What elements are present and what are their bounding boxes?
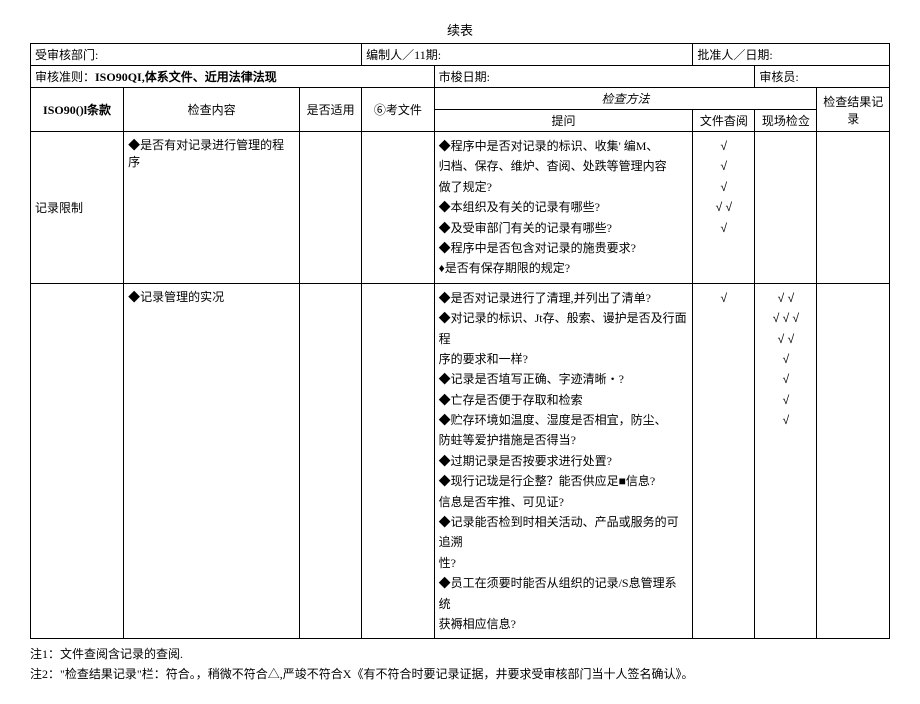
- refdoc-cell: [362, 283, 434, 639]
- question-line: ◆程序中是否对记录的标识、收集' 编M、: [439, 136, 689, 156]
- table-row: ◆记录管理的实况 ◆是否对记录进行了清理,并列出了清单?◆对记录的标识、Jt存、…: [31, 283, 890, 639]
- question-line: ♦是否有保存期限的规定?: [439, 258, 689, 278]
- dept-cell: 受审核部门:: [31, 44, 362, 66]
- criteria-cell: 审核准则：ISO90QI,体系文件、近用法律法现: [31, 66, 435, 88]
- question-line: ◆贮存环境如温度、湿度是否相宜，防尘、: [439, 410, 689, 430]
- applicable-cell: [300, 283, 362, 639]
- onsite-cell-1: √ √√ √ √√ √√√√√: [755, 283, 817, 639]
- question-line: √: [697, 136, 750, 156]
- question-line: 做了规定?: [439, 177, 689, 197]
- question-line: √: [697, 156, 750, 176]
- note1: 注1：文件查阅含记录的查阅.: [30, 645, 890, 664]
- question-line: 获褥相应信息?: [439, 614, 689, 634]
- criteria-value: ISO90QI,体系文件、近用法律法现: [95, 70, 277, 84]
- question-line: √ √: [759, 329, 812, 349]
- criteria-label: 审核准则：: [35, 70, 95, 84]
- question-line: 信息是否牢推、可见证?: [439, 492, 689, 512]
- note2: 注2："检查结果记录"栏：符合。，稍微不符合△,严竣不符合X《有不符合时要记录证…: [30, 665, 890, 684]
- question-line: ◆及受审部门有关的记录有哪些?: [439, 218, 689, 238]
- th-question: 提问: [434, 110, 693, 132]
- th-onsite: 现场检佥: [755, 110, 817, 132]
- approver-cell: 批准人／日期:: [693, 44, 890, 66]
- question-line: √: [697, 218, 750, 238]
- continuation-title: 续表: [30, 20, 890, 39]
- th-content: 检查内容: [124, 88, 300, 132]
- onsite-cell-0: [755, 132, 817, 284]
- content-cell: ◆是否有对记录进行管理的程序: [124, 132, 300, 284]
- questions-cell-0: ◆程序中是否对记录的标识、收集' 编M、归档、保存、维炉、杳阅、处跌等管理内容做…: [434, 132, 693, 284]
- auditdate-cell: 市梭日期:: [434, 66, 755, 88]
- questions-cell-1: ◆是否对记录进行了清理,并列出了清单?◆对记录的标识、Jt存、般索、谩护是否及行…: [434, 283, 693, 639]
- th-docrev: 文件杳阅: [693, 110, 755, 132]
- th-method: 检查方法: [434, 88, 817, 110]
- clause-cell: 记录限制: [31, 132, 124, 284]
- applicable-cell: [300, 132, 362, 284]
- question-line: ◆员工在须要时能否从组织的记录/S息管理系统: [439, 573, 689, 614]
- docrev-cell-1: √: [693, 283, 755, 639]
- th-result: 检查结果记录: [817, 88, 890, 132]
- question-line: √: [759, 410, 812, 430]
- th-refdoc: ⑥考文件: [362, 88, 434, 132]
- question-line: ◆亡存是否便于存取和检索: [439, 390, 689, 410]
- content-cell: ◆记录管理的实况: [124, 283, 300, 639]
- question-line: 防蛀等爱护措施是否得当?: [439, 430, 689, 450]
- th-clause: ISO90()l条款: [31, 88, 124, 132]
- audit-table: 受审核部门: 编制人／11期: 批准人／日期: 审核准则：ISO90QI,体系文…: [30, 43, 890, 639]
- compiler-cell: 编制人／11期:: [362, 44, 693, 66]
- question-line: √: [697, 288, 750, 308]
- question-line: √: [759, 369, 812, 389]
- table-row: 记录限制 ◆是否有对记录进行管理的程序 ◆程序中是否对记录的标识、收集' 编M、…: [31, 132, 890, 284]
- clause-cell: [31, 283, 124, 639]
- th-applicable: 是否适用: [300, 88, 362, 132]
- question-line: ◆程序中是否包含对记录的施贵要求?: [439, 238, 689, 258]
- footnotes: 注1：文件查阅含记录的查阅. 注2："检查结果记录"栏：符合。，稍微不符合△,严…: [30, 645, 890, 683]
- docrev-cell-0: √√√√ √√: [693, 132, 755, 284]
- question-line: 性?: [439, 553, 689, 573]
- result-cell: [817, 283, 890, 639]
- question-line: √: [697, 177, 750, 197]
- question-line: ◆过期记录是否按要求进行处置?: [439, 451, 689, 471]
- question-line: ◆记录是否埴写正确、字迹清晰・?: [439, 369, 689, 389]
- refdoc-cell: [362, 132, 434, 284]
- question-line: 序的要求和一样?: [439, 349, 689, 369]
- question-line: ◆是否对记录进行了清理,并列出了清单?: [439, 288, 689, 308]
- result-cell: [817, 132, 890, 284]
- question-line: √ √: [697, 197, 750, 217]
- question-line: ◆现行记珑是行企整？能否供应足■信息?: [439, 471, 689, 491]
- question-line: √ √: [759, 288, 812, 308]
- auditor-cell: 审核员:: [755, 66, 890, 88]
- question-line: √ √ √: [759, 308, 812, 328]
- question-line: √: [759, 349, 812, 369]
- question-line: ◆本组织及有关的记录有哪些?: [439, 197, 689, 217]
- question-line: 归档、保存、维炉、杳阅、处跌等管理内容: [439, 156, 689, 176]
- question-line: √: [759, 390, 812, 410]
- question-line: ◆记录能否检到时相关活动、产品或服务的可追溯: [439, 512, 689, 553]
- question-line: ◆对记录的标识、Jt存、般索、谩护是否及行面程: [439, 308, 689, 349]
